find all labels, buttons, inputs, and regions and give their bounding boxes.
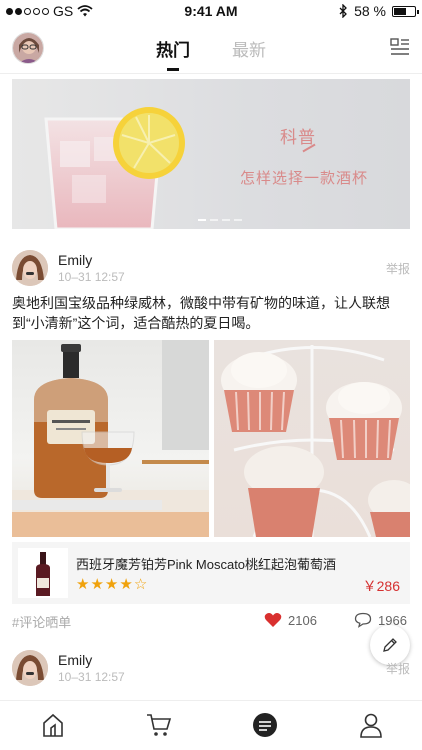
banner-subtitle: 怎样选择一款酒杯 [240,170,369,187]
user-icon[interactable] [358,712,384,738]
feed-icon[interactable] [252,712,278,738]
pager-dot[interactable] [222,219,230,221]
menu-icon[interactable] [390,38,410,56]
comment-icon [354,612,372,628]
author-name[interactable]: Emily [58,652,92,668]
tab-latest[interactable]: 最新 [232,36,266,61]
author-avatar[interactable] [12,250,48,286]
product-card[interactable]: 西班牙魔芳铂芳Pink Moscato桃红起泡葡萄酒 ★★★★☆ ￥286 [12,542,410,604]
home-icon[interactable] [40,712,66,738]
wine-bottle-image [18,548,68,598]
like-count: 2106 [288,612,317,628]
post-header: Emily 10–31 12:57 举报 [12,650,410,690]
star-filled-icon: ★ [90,576,105,593]
pager-dot[interactable] [234,219,242,221]
post-tag[interactable]: #评论晒单 [12,612,71,631]
battery-icon [392,5,419,17]
report-button[interactable]: 举报 [386,260,410,277]
status-bar: GS 9:41 AM 58 % [0,0,422,22]
star-empty-icon: ☆ [133,576,149,593]
star-filled-icon: ★ [104,576,120,593]
star-filled-icon: ★ [76,576,91,593]
product-price: ￥286 [362,578,400,594]
pager-dot[interactable] [210,219,218,221]
top-nav: 热门 最新 [0,22,422,74]
post-time: 10–31 12:57 [58,270,125,284]
banner-title: 科普 [280,128,316,147]
drink-glass-image [44,107,185,229]
post-time: 10–31 12:57 [58,670,125,684]
comment-button[interactable]: 1966 [354,612,407,628]
carousel-pager [198,219,242,221]
post-header: Emily 10–31 12:57 举报 [12,250,410,290]
tab-hot[interactable]: 热门 [156,36,190,71]
battery-label: 58 % [354,3,386,19]
post-photo-whiskey[interactable] [12,340,209,537]
bluetooth-icon [339,4,347,18]
star-filled-icon: ★ [119,576,134,593]
report-button[interactable]: 举报 [386,660,410,677]
post-photo-cupcakes[interactable] [214,340,410,537]
like-button[interactable]: 2106 [264,612,317,628]
author-name[interactable]: Emily [58,252,92,268]
bottom-tab-bar [0,700,422,750]
heart-icon [264,613,282,627]
banner-carousel[interactable]: 科普 怎样选择一款酒杯 [12,79,410,229]
product-name: 西班牙魔芳铂芳Pink Moscato桃红起泡葡萄酒 [76,557,337,572]
post-text: 奥地利国宝级品种绿威林，微酸中带有矿物的味道，让人联想到“小清新”这个词，适合酷… [12,295,390,331]
rating-stars: ★★★★☆ [76,575,148,593]
cart-icon[interactable] [146,712,172,738]
pager-dot[interactable] [198,219,206,221]
author-avatar[interactable] [12,650,48,686]
